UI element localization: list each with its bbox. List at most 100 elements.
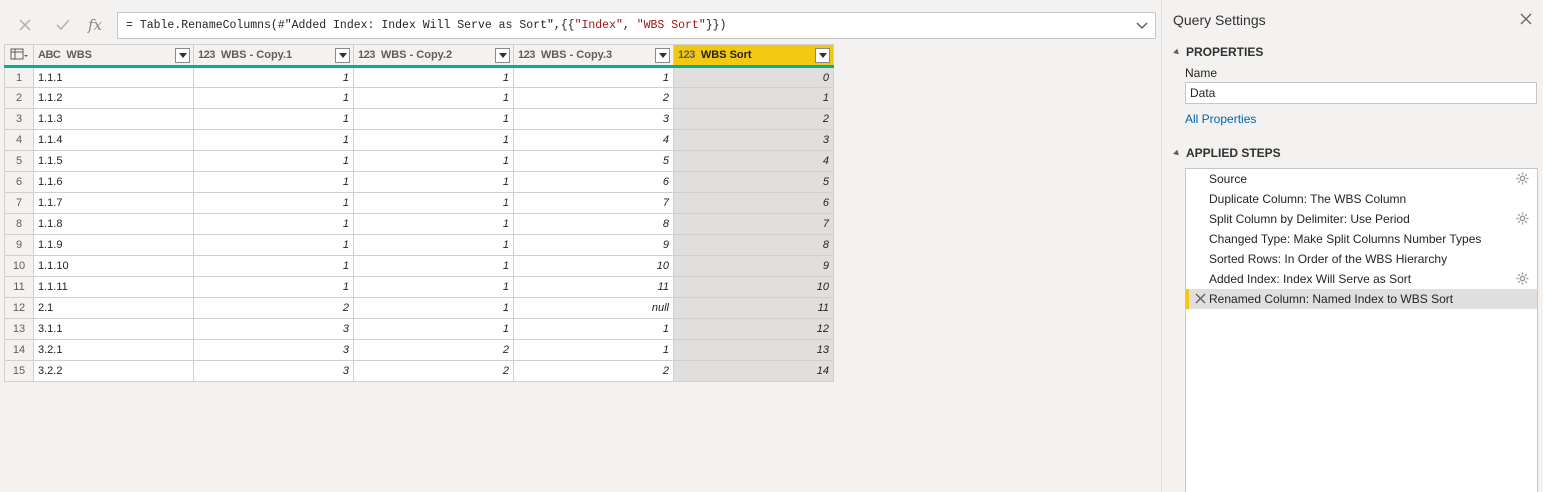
column-filter-dropdown[interactable]: [495, 48, 510, 63]
table-cell[interactable]: 1: [513, 66, 674, 88]
table-row[interactable]: 15 3.2.2 3 2 2 14: [4, 360, 834, 382]
table-cell[interactable]: 7: [673, 213, 834, 235]
table-cell[interactable]: 3: [193, 360, 354, 382]
applied-step[interactable]: Split Column by Delimiter: Use Period: [1186, 209, 1537, 229]
table-row[interactable]: 10 1.1.10 1 1 10 9: [4, 255, 834, 277]
table-cell[interactable]: 1: [353, 87, 514, 109]
table-cell[interactable]: 2: [673, 108, 834, 130]
table-row[interactable]: 14 3.2.1 3 2 1 13: [4, 339, 834, 361]
table-cell[interactable]: 1: [193, 150, 354, 172]
table-cell[interactable]: 1: [193, 234, 354, 256]
column-header[interactable]: 123 WBS - Copy.2: [353, 44, 514, 68]
table-cell[interactable]: 3.2.2: [33, 360, 194, 382]
table-cell[interactable]: 3.2.1: [33, 339, 194, 361]
table-cell[interactable]: 1: [353, 255, 514, 277]
table-cell[interactable]: 1.1.5: [33, 150, 194, 172]
table-cell[interactable]: 3: [673, 129, 834, 151]
table-menu-button[interactable]: [4, 44, 34, 68]
table-cell[interactable]: 5: [673, 171, 834, 193]
table-cell[interactable]: 1: [193, 213, 354, 235]
table-cell[interactable]: 1.1.8: [33, 213, 194, 235]
table-row[interactable]: 11 1.1.11 1 1 11 10: [4, 276, 834, 298]
table-cell[interactable]: 2: [513, 87, 674, 109]
number-type-icon[interactable]: 123: [198, 49, 215, 61]
table-cell[interactable]: 1: [673, 87, 834, 109]
table-cell[interactable]: 1: [193, 276, 354, 298]
table-cell[interactable]: 3: [193, 339, 354, 361]
applied-step[interactable]: Renamed Column: Named Index to WBS Sort: [1186, 289, 1537, 309]
table-cell[interactable]: 14: [673, 360, 834, 382]
column-header[interactable]: ABC WBS: [33, 44, 194, 68]
number-type-icon[interactable]: 123: [678, 49, 695, 61]
table-row[interactable]: 1 1.1.1 1 1 1 0: [4, 66, 834, 88]
table-cell[interactable]: 4: [513, 129, 674, 151]
table-cell[interactable]: 1: [353, 129, 514, 151]
table-cell[interactable]: 4: [673, 150, 834, 172]
table-cell[interactable]: 0: [673, 66, 834, 88]
table-cell[interactable]: 1: [353, 66, 514, 88]
table-cell[interactable]: 1: [353, 318, 514, 340]
table-cell[interactable]: 1.1.4: [33, 129, 194, 151]
table-cell[interactable]: 7: [513, 192, 674, 214]
table-cell[interactable]: 8: [513, 213, 674, 235]
column-filter-dropdown[interactable]: [175, 48, 190, 63]
gear-icon[interactable]: [1516, 172, 1529, 185]
table-row[interactable]: 5 1.1.5 1 1 5 4: [4, 150, 834, 172]
gear-icon[interactable]: [1516, 212, 1529, 225]
table-row[interactable]: 8 1.1.8 1 1 8 7: [4, 213, 834, 235]
table-cell[interactable]: 3.1.1: [33, 318, 194, 340]
applied-step[interactable]: Sorted Rows: In Order of the WBS Hierarc…: [1186, 249, 1537, 269]
column-filter-dropdown[interactable]: [335, 48, 350, 63]
table-cell[interactable]: 3: [513, 108, 674, 130]
table-cell[interactable]: 2: [353, 360, 514, 382]
table-row[interactable]: 7 1.1.7 1 1 7 6: [4, 192, 834, 214]
table-cell[interactable]: 1.1.10: [33, 255, 194, 277]
table-row[interactable]: 4 1.1.4 1 1 4 3: [4, 129, 834, 151]
table-cell[interactable]: 1.1.11: [33, 276, 194, 298]
table-cell[interactable]: 10: [673, 276, 834, 298]
query-name-input[interactable]: [1185, 82, 1537, 104]
table-cell[interactable]: 9: [673, 255, 834, 277]
table-cell[interactable]: 6: [673, 192, 834, 214]
table-cell[interactable]: 1: [193, 192, 354, 214]
table-cell[interactable]: 1: [353, 192, 514, 214]
table-cell[interactable]: 12: [673, 318, 834, 340]
table-cell[interactable]: 8: [673, 234, 834, 256]
table-cell[interactable]: 2: [513, 360, 674, 382]
formula-input[interactable]: = Table.RenameColumns(#"Added Index: Ind…: [117, 12, 1156, 39]
table-cell[interactable]: 1.1.7: [33, 192, 194, 214]
number-type-icon[interactable]: 123: [518, 49, 535, 61]
table-cell[interactable]: 11: [673, 297, 834, 319]
table-cell[interactable]: 9: [513, 234, 674, 256]
table-cell[interactable]: 5: [513, 150, 674, 172]
table-cell[interactable]: 1: [353, 213, 514, 235]
table-cell[interactable]: 13: [673, 339, 834, 361]
table-cell[interactable]: 2: [353, 339, 514, 361]
applied-step[interactable]: Added Index: Index Will Serve as Sort: [1186, 269, 1537, 289]
delete-step-icon[interactable]: [1195, 293, 1206, 304]
table-cell[interactable]: 2.1: [33, 297, 194, 319]
table-cell[interactable]: null: [513, 297, 674, 319]
applied-step[interactable]: Duplicate Column: The WBS Column: [1186, 189, 1537, 209]
table-cell[interactable]: 1: [193, 87, 354, 109]
number-type-icon[interactable]: 123: [358, 49, 375, 61]
table-cell[interactable]: 1: [353, 171, 514, 193]
column-header[interactable]: 123 WBS - Copy.3: [513, 44, 674, 68]
table-cell[interactable]: 3: [193, 318, 354, 340]
gear-icon[interactable]: [1516, 272, 1529, 285]
all-properties-link[interactable]: All Properties: [1185, 112, 1256, 126]
table-cell[interactable]: 1: [353, 150, 514, 172]
table-cell[interactable]: 1: [513, 318, 674, 340]
applied-step[interactable]: Changed Type: Make Split Columns Number …: [1186, 229, 1537, 249]
table-cell[interactable]: 10: [513, 255, 674, 277]
text-type-icon[interactable]: ABC: [38, 49, 61, 61]
table-row[interactable]: 13 3.1.1 3 1 1 12: [4, 318, 834, 340]
column-header[interactable]: 123 WBS - Copy.1: [193, 44, 354, 68]
confirm-formula-button[interactable]: [52, 14, 74, 36]
chevron-down-icon[interactable]: [1135, 18, 1149, 32]
table-cell[interactable]: 1: [193, 108, 354, 130]
column-filter-dropdown[interactable]: [655, 48, 670, 63]
close-icon[interactable]: [1519, 12, 1533, 26]
table-row[interactable]: 3 1.1.3 1 1 3 2: [4, 108, 834, 130]
table-row[interactable]: 9 1.1.9 1 1 9 8: [4, 234, 834, 256]
